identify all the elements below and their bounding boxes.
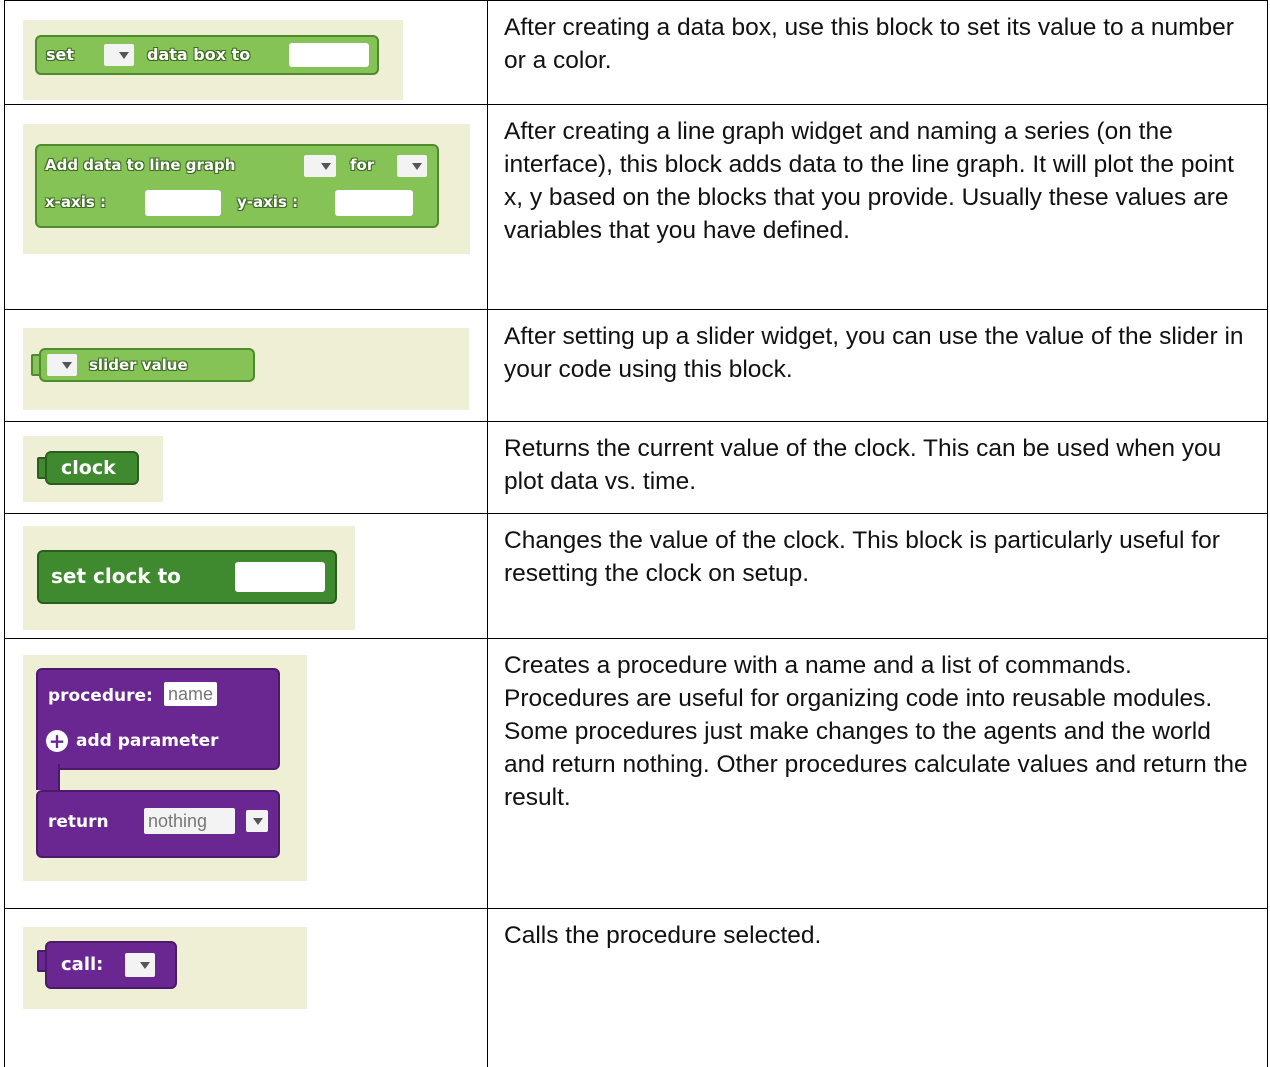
- description-cell: Creates a procedure with a name and a li…: [487, 638, 1268, 909]
- procedure-header: procedure: name + add parameter: [36, 668, 280, 770]
- set-label: set: [46, 45, 75, 64]
- procedure-spine: [36, 764, 60, 790]
- block-image-cell: call:: [4, 908, 488, 1067]
- add-parameter-icon: +: [46, 730, 68, 752]
- graph-dropdown: [304, 155, 336, 177]
- data-box-to-label: data box to: [147, 45, 251, 64]
- table-row: slider value After setting up a slider w…: [4, 309, 1268, 422]
- procedure-return-section: return nothing: [36, 790, 280, 858]
- blocks-reference-table: set data box to After creating a data bo…: [4, 0, 1268, 1067]
- table-row: set data box to After creating a data bo…: [4, 0, 1268, 105]
- table-row: call: Calls the procedure selected.: [4, 908, 1268, 1067]
- set-clock-to-label: set clock to: [51, 564, 181, 588]
- slider-value-block: slider value: [39, 348, 255, 382]
- description-cell: Calls the procedure selected.: [487, 908, 1268, 1067]
- set-clock-to-block: set clock to: [37, 550, 337, 604]
- description-cell: Changes the value of the clock. This blo…: [487, 513, 1268, 639]
- block-image-cell: set data box to: [4, 0, 488, 105]
- table-row: set clock to Changes the value of the cl…: [4, 513, 1268, 639]
- description-text: Returns the current value of the clock. …: [504, 435, 1222, 495]
- set-clock-block-image: set clock to: [23, 526, 355, 630]
- description-cell: Returns the current value of the clock. …: [487, 421, 1268, 514]
- table-row: procedure: name + add parameter return n…: [4, 638, 1268, 909]
- description-cell: After creating a data box, use this bloc…: [487, 0, 1268, 105]
- clock-block: clock: [45, 451, 139, 485]
- x-value-slot: [145, 190, 221, 216]
- call-block: call:: [45, 941, 177, 989]
- call-block-image: call:: [23, 927, 307, 1009]
- description-text: Creates a procedure with a name and a li…: [504, 652, 1248, 811]
- x-axis-label: x-axis :: [45, 193, 106, 211]
- series-dropdown: [397, 155, 427, 177]
- block-image-cell: clock: [4, 421, 488, 514]
- block-image-cell: Add data to line graph for x-axis : y-ax…: [4, 104, 488, 310]
- value-slot: [289, 43, 369, 67]
- line-graph-block-image: Add data to line graph for x-axis : y-ax…: [23, 124, 470, 254]
- procedure-dropdown: [125, 953, 155, 977]
- set-data-box-block: set data box to: [35, 35, 379, 75]
- description-cell: After creating a line graph widget and n…: [487, 104, 1268, 310]
- description-cell: After setting up a slider widget, you ca…: [487, 309, 1268, 422]
- description-text: Calls the procedure selected.: [504, 922, 822, 949]
- y-axis-label: y-axis :: [237, 193, 299, 211]
- call-label: call:: [61, 954, 104, 975]
- procedure-label: procedure:: [48, 686, 153, 706]
- clock-block-image: clock: [23, 436, 163, 502]
- procedure-name-field: name: [164, 682, 218, 706]
- slider-value-label: slider value: [89, 356, 188, 374]
- data-box-dropdown: [104, 44, 134, 66]
- procedure-block-image: procedure: name + add parameter return n…: [23, 655, 307, 881]
- block-image-cell: set clock to: [4, 513, 488, 639]
- for-label: for: [350, 156, 375, 174]
- return-label: return: [48, 812, 109, 832]
- value-slot: [235, 562, 325, 592]
- table-row: clock Returns the current value of the c…: [4, 421, 1268, 514]
- description-text: Changes the value of the clock. This blo…: [504, 527, 1220, 587]
- description-text: After creating a data box, use this bloc…: [504, 14, 1234, 74]
- description-text: After setting up a slider widget, you ca…: [504, 323, 1244, 383]
- add-data-label: Add data to line graph: [45, 156, 236, 174]
- add-data-line-graph-block: Add data to line graph for x-axis : y-ax…: [35, 144, 439, 228]
- chevron-down-icon: [246, 810, 268, 832]
- slider-value-block-image: slider value: [23, 328, 469, 410]
- table-row: Add data to line graph for x-axis : y-ax…: [4, 104, 1268, 310]
- return-dropdown: nothing: [144, 808, 236, 834]
- set-data-box-block-image: set data box to: [23, 20, 403, 100]
- slider-dropdown: [47, 354, 77, 376]
- description-text: After creating a line graph widget and n…: [504, 118, 1234, 244]
- block-image-cell: procedure: name + add parameter return n…: [4, 638, 488, 909]
- add-parameter-label: add parameter: [76, 731, 219, 751]
- y-value-slot: [335, 190, 413, 216]
- block-image-cell: slider value: [4, 309, 488, 422]
- clock-label: clock: [61, 457, 116, 479]
